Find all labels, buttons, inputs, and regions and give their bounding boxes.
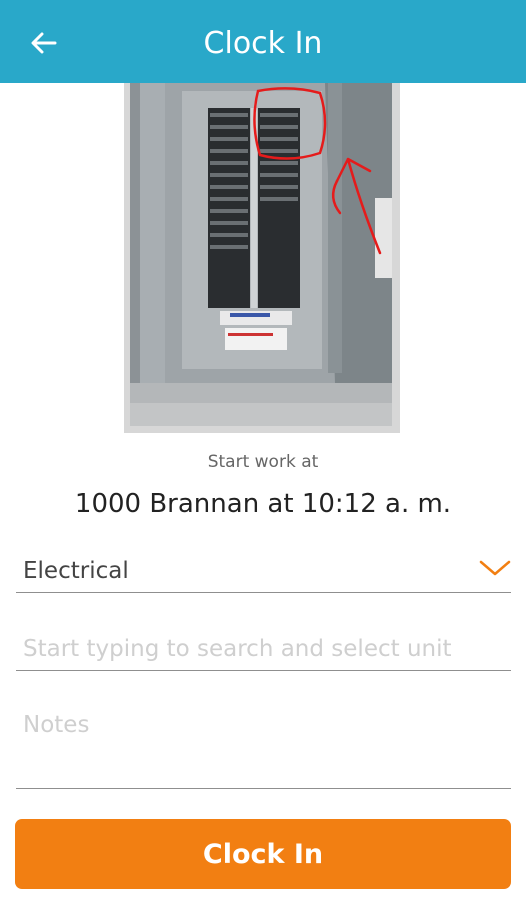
notes-field: [16, 702, 511, 789]
unit-search-input[interactable]: [23, 632, 503, 666]
clock-in-screen: Clock In Start work at 1000 Brannan at 1…: [0, 0, 526, 900]
unit-search-field: [16, 624, 511, 671]
notes-input[interactable]: [23, 712, 503, 782]
page-title: Clock In: [203, 26, 323, 61]
attached-photo[interactable]: [124, 83, 400, 433]
category-selected-value: Electrical: [23, 558, 129, 584]
app-bar: Clock In: [0, 0, 526, 83]
location-time-text: 1000 Brannan at 10:12 a. m.: [74, 489, 452, 519]
category-dropdown[interactable]: Electrical: [16, 546, 511, 593]
electrical-panel-photo: [130, 83, 392, 426]
start-work-label: Start work at: [207, 452, 319, 472]
chevron-down-icon: [479, 560, 511, 576]
back-button[interactable]: [24, 23, 64, 63]
arrow-left-icon: [31, 32, 57, 54]
clock-in-button[interactable]: Clock In: [15, 819, 511, 889]
